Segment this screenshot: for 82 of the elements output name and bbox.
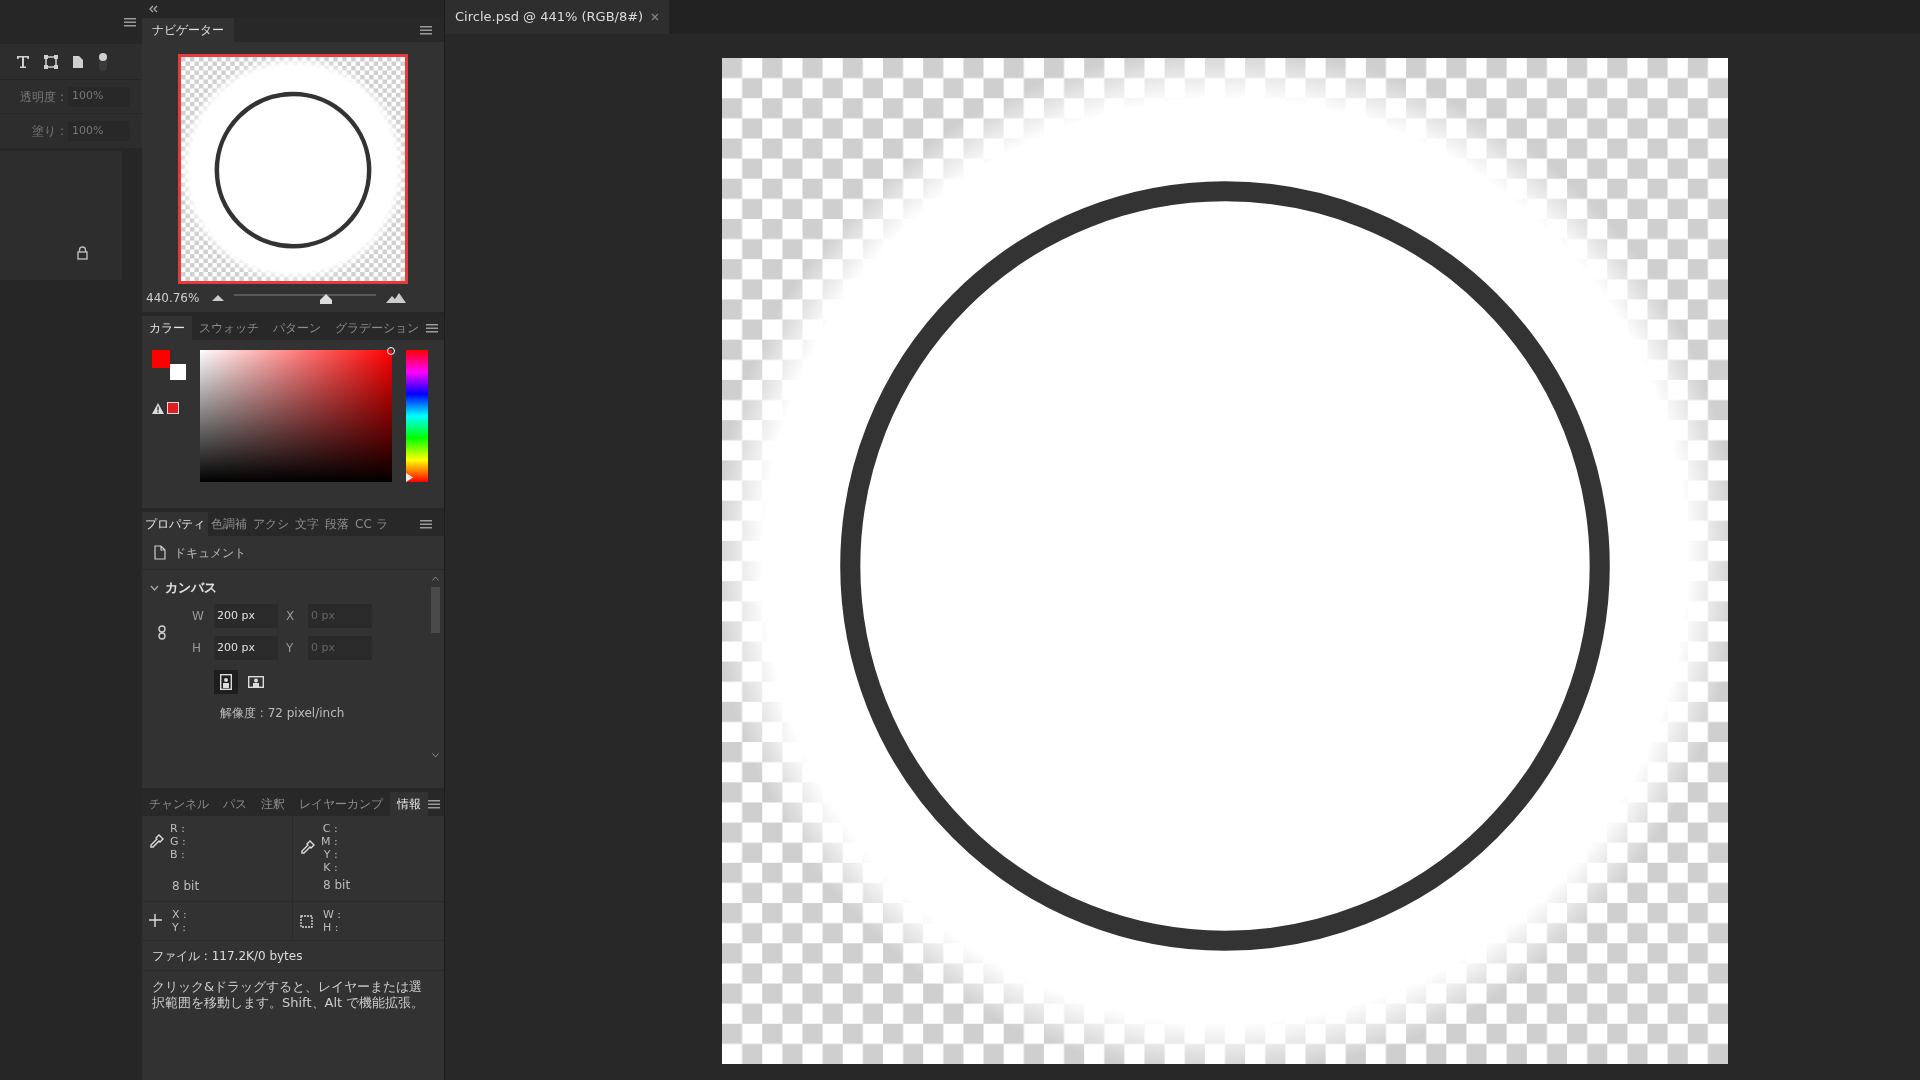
selection-size-icon [299, 913, 315, 929]
panel-tab[interactable]: 情報 [390, 792, 428, 816]
panel-tab[interactable]: スウォッチ [192, 316, 266, 340]
hint-text: クリック&ドラッグすると、レイヤーまたは選択範囲を移動します。Shift、Alt で機能拡張。 [151, 978, 426, 1011]
document-label: ドキュメント [174, 544, 246, 562]
field-label: X [286, 608, 296, 625]
channel-label: K : [323, 861, 338, 874]
document-icon [154, 545, 166, 560]
color-field[interactable] [200, 350, 392, 482]
warning-icon[interactable] [152, 402, 164, 414]
panel-tab[interactable]: 文字 [292, 512, 322, 536]
panel-tab[interactable]: チャンネル [142, 792, 216, 816]
panel-tab[interactable]: パターン [266, 316, 328, 340]
document-tab[interactable]: Circle.psd @ 441% (RGB/8#) [445, 0, 670, 34]
panel-menu-icon[interactable] [420, 25, 432, 35]
panel-tab[interactable]: ナビゲーター [142, 18, 234, 42]
channel-label: M : [321, 835, 338, 848]
field-label: Y [286, 640, 295, 657]
type-tool-icon[interactable] [16, 54, 30, 69]
panel-tab[interactable]: アクシ [250, 512, 292, 536]
dimension-field[interactable]: 200 px [214, 604, 278, 628]
scrollbar-thumb[interactable] [430, 587, 440, 633]
coordinate-label: Y : [172, 921, 187, 934]
portrait-icon [220, 674, 232, 690]
bit-depth: 8 bit [172, 878, 201, 895]
channel-label: B : [170, 848, 186, 861]
section-header[interactable]: カンバス [150, 578, 421, 598]
panel-menu-icon[interactable] [426, 323, 438, 333]
panel-tab[interactable]: グラデーション [328, 316, 426, 340]
zoom-out-icon[interactable] [212, 295, 224, 301]
scroll-up-icon[interactable] [431, 576, 439, 581]
panel-menu-icon[interactable] [420, 519, 432, 529]
field-label: H [192, 640, 203, 657]
opacity-field[interactable]: 100% [68, 86, 130, 107]
document-icon[interactable] [72, 54, 84, 69]
dimension-field[interactable]: 200 px [214, 636, 278, 660]
background-swatch[interactable] [170, 364, 186, 380]
eyedropper-icon[interactable] [148, 833, 164, 850]
panel-tab[interactable]: 段落 [322, 512, 352, 536]
panel-tab[interactable]: プロパティ [142, 512, 208, 536]
gamut-swatch[interactable] [167, 402, 179, 414]
foreground-swatch[interactable] [152, 350, 170, 368]
collapse-icon[interactable] [148, 5, 158, 13]
panel-tab[interactable]: レイヤーカンプ [292, 792, 390, 816]
crosshair-icon [148, 913, 164, 929]
coordinate-label: X : [172, 908, 187, 921]
panel-menu-icon[interactable] [124, 17, 136, 27]
resolution-text: 解像度 : 72 pixel/inch [220, 705, 346, 722]
size-label: H : [323, 921, 340, 934]
transform-icon[interactable] [44, 54, 58, 69]
size-label: W : [323, 908, 342, 921]
opacity-label: 透明度 : [20, 88, 64, 106]
eyedropper-icon[interactable] [299, 840, 315, 856]
field-label: W [192, 608, 205, 625]
file-size-text: ファイル : 117.2K/0 bytes [152, 947, 303, 965]
fill-label: 塗り : [32, 123, 64, 140]
zoom-in-icon[interactable] [386, 293, 406, 303]
lock-icon[interactable] [77, 246, 88, 260]
zoom-value: 440.76% [146, 290, 201, 307]
bit-depth: 8 bit [323, 877, 352, 894]
channel-label: R : [170, 822, 186, 835]
zoom-slider[interactable] [234, 292, 376, 304]
panel-tab[interactable]: 色調補 [208, 512, 250, 536]
fill-field[interactable]: 100% [68, 121, 130, 141]
panel-tab[interactable]: CC ラ [352, 512, 391, 536]
panel-tab[interactable]: 注釈 [254, 792, 292, 816]
panel-tab[interactable]: カラー [142, 316, 192, 340]
panel-menu-icon[interactable] [428, 799, 440, 809]
orientation-button[interactable] [214, 670, 238, 694]
landscape-icon [248, 676, 264, 688]
slider-thumb[interactable] [320, 294, 333, 304]
hue-pointer[interactable] [406, 473, 413, 482]
link-icon[interactable] [158, 624, 166, 640]
close-icon[interactable] [651, 13, 660, 21]
hue-slider[interactable] [406, 350, 428, 482]
channel-label: C : [322, 822, 338, 835]
chevron-icon [150, 585, 159, 591]
scroll-down-icon[interactable] [431, 753, 439, 758]
toggle-icon[interactable] [98, 51, 108, 72]
channel-label: G : [170, 835, 186, 848]
panel-tab[interactable]: パス [216, 792, 254, 816]
channel-label: Y : [323, 848, 338, 861]
